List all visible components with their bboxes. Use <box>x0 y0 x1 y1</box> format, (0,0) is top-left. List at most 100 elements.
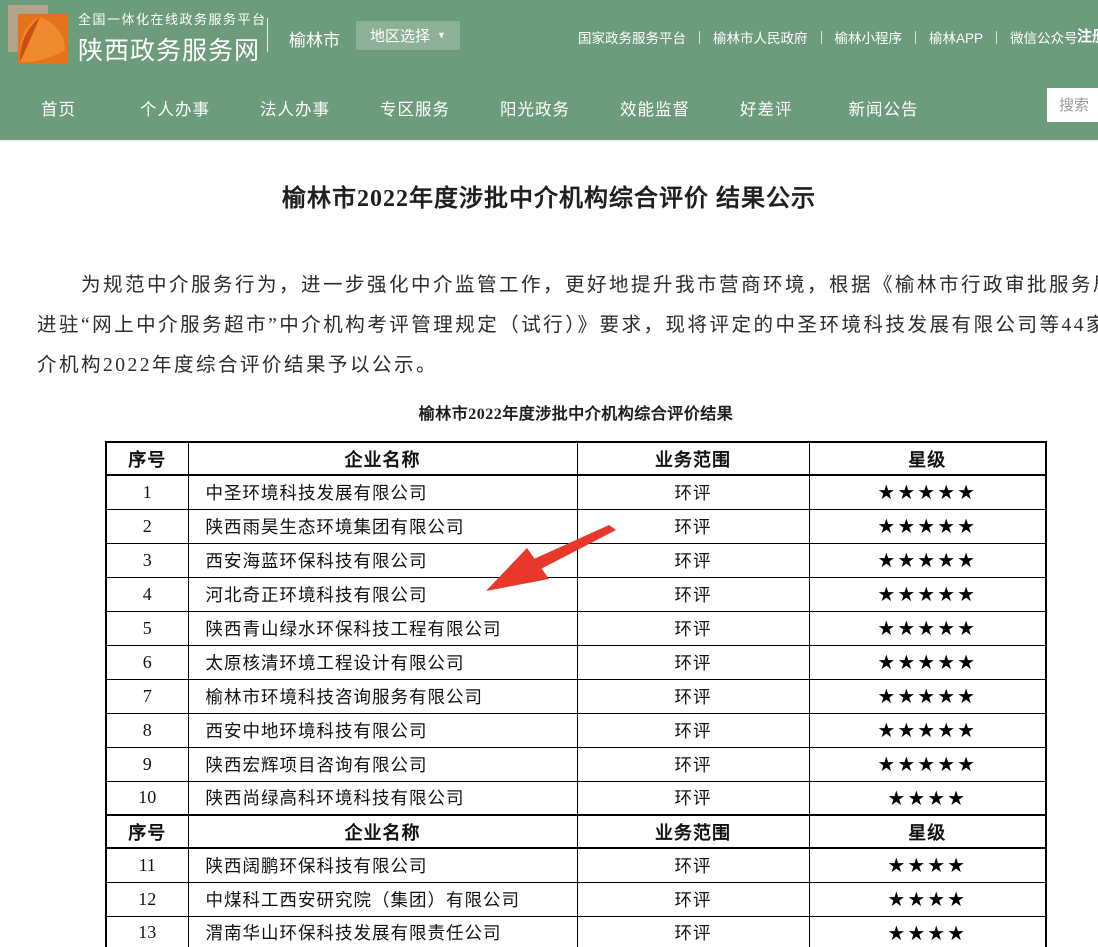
table-wrapper: 榆林市2022年度涉批中介机构综合评价结果 序号企业名称业务范围星级1中圣环境科… <box>105 400 1047 947</box>
cell-no: 11 <box>106 848 188 882</box>
cell-no: 10 <box>106 781 188 815</box>
cell-company-name: 陕西青山绿水环保科技工程有限公司 <box>188 611 577 645</box>
table-row: 3西安海蓝环保科技有限公司环评★★★★★ <box>106 543 1046 577</box>
cell-company-name: 西安海蓝环保科技有限公司 <box>188 543 577 577</box>
cell-no: 7 <box>106 679 188 713</box>
column-header: 企业名称 <box>188 442 577 475</box>
cell-company-name: 河北奇正环境科技有限公司 <box>188 577 577 611</box>
table-header-row: 序号企业名称业务范围星级 <box>106 815 1046 848</box>
cell-no: 2 <box>106 509 188 543</box>
cell-star-rating: ★★★★ <box>809 781 1046 815</box>
cell-scope: 环评 <box>577 577 809 611</box>
cell-no: 5 <box>106 611 188 645</box>
link-separator <box>821 31 822 44</box>
site-name: 陕西政务服务网 <box>78 31 267 67</box>
search-box <box>1047 88 1098 122</box>
cell-no: 8 <box>106 713 188 747</box>
cell-scope: 环评 <box>577 713 809 747</box>
table-row: 6太原核清环境工程设计有限公司环评★★★★★ <box>106 645 1046 679</box>
top-link[interactable]: 国家政务服务平台 <box>578 27 686 47</box>
cell-company-name: 榆林市环境科技咨询服务有限公司 <box>188 679 577 713</box>
table-row: 9陕西宏辉项目咨询有限公司环评★★★★★ <box>106 747 1046 781</box>
search-input[interactable] <box>1047 88 1098 122</box>
nav-item[interactable]: 个人办事 <box>140 96 210 120</box>
cell-star-rating: ★★★★★ <box>809 543 1046 577</box>
link-separator <box>915 31 916 44</box>
top-link[interactable]: 榆林市人民政府 <box>713 27 808 47</box>
cell-company-name: 西安中地环境科技有限公司 <box>188 713 577 747</box>
cell-star-rating: ★★★★★ <box>809 679 1046 713</box>
cell-scope: 环评 <box>577 611 809 645</box>
cell-scope: 环评 <box>577 781 809 815</box>
cell-scope: 环评 <box>577 475 809 509</box>
evaluation-table: 序号企业名称业务范围星级1中圣环境科技发展有限公司环评★★★★★2陕西雨昊生态环… <box>105 441 1047 947</box>
cell-scope: 环评 <box>577 916 809 947</box>
top-banner: 全国一体化在线政务服务平台 陕西政务服务网 榆林市 地区选择 ▼ 国家政务服务平… <box>0 0 1098 70</box>
link-separator <box>996 31 997 44</box>
cell-star-rating: ★★★★★ <box>809 577 1046 611</box>
nav-item[interactable]: 新闻公告 <box>849 96 919 120</box>
article-content: 榆林市2022年度涉批中介机构综合评价 结果公示 为规范中介服务行为，进一步强化… <box>0 140 1098 947</box>
cell-scope: 环评 <box>577 679 809 713</box>
cell-company-name: 陕西尚绿高科环境科技有限公司 <box>188 781 577 815</box>
cell-company-name: 陕西阔鹏环保科技有限公司 <box>188 848 577 882</box>
table-row: 10陕西尚绿高科环境科技有限公司环评★★★★ <box>106 781 1046 815</box>
brand-divider <box>267 18 268 52</box>
main-nav: 首页 个人办事 法人办事 专区服务 阳光政务 效能监督 好差评 新闻公告 <box>0 70 1098 140</box>
nav-item[interactable]: 阳光政务 <box>500 96 570 120</box>
top-link[interactable]: 微信公众号 <box>1010 27 1078 47</box>
cell-no: 9 <box>106 747 188 781</box>
cell-company-name: 中煤科工西安研究院（集团）有限公司 <box>188 882 577 916</box>
cell-company-name: 渭南华山环保科技发展有限责任公司 <box>188 916 577 947</box>
region-select-label: 地区选择 <box>370 25 430 46</box>
brand-block: 全国一体化在线政务服务平台 陕西政务服务网 <box>78 9 267 67</box>
evaluation-table-body: 序号企业名称业务范围星级1中圣环境科技发展有限公司环评★★★★★2陕西雨昊生态环… <box>106 442 1046 947</box>
cell-no: 3 <box>106 543 188 577</box>
cell-no: 6 <box>106 645 188 679</box>
cell-star-rating: ★★★★★ <box>809 713 1046 747</box>
cell-scope: 环评 <box>577 543 809 577</box>
cell-no: 12 <box>106 882 188 916</box>
nav-item[interactable]: 效能监督 <box>620 96 690 120</box>
link-separator <box>699 31 700 44</box>
nav-item[interactable]: 专区服务 <box>380 96 450 120</box>
table-row: 8西安中地环境科技有限公司环评★★★★★ <box>106 713 1046 747</box>
cell-star-rating: ★★★★★ <box>809 645 1046 679</box>
chevron-down-icon: ▼ <box>437 31 446 40</box>
paragraph-line: 介机构2022年度综合评价结果予以公示。 <box>0 346 1098 386</box>
register-link[interactable]: 注册 <box>1077 25 1098 46</box>
cell-scope: 环评 <box>577 848 809 882</box>
column-header: 企业名称 <box>188 815 577 848</box>
nav-item[interactable]: 首页 <box>41 96 76 120</box>
cell-star-rating: ★★★★★ <box>809 747 1046 781</box>
table-row: 13渭南华山环保科技发展有限责任公司环评★★★★ <box>106 916 1046 947</box>
cell-company-name: 陕西宏辉项目咨询有限公司 <box>188 747 577 781</box>
page-title: 榆林市2022年度涉批中介机构综合评价 结果公示 <box>0 142 1098 213</box>
cell-scope: 环评 <box>577 645 809 679</box>
paragraph-line: 进驻“网上中介服务超市”中介机构考评管理规定（试行）》要求，现将评定的中圣环境科… <box>0 306 1098 346</box>
top-links: 国家政务服务平台 榆林市人民政府 榆林小程序 榆林APP 微信公众号 <box>578 27 1078 47</box>
cell-no: 4 <box>106 577 188 611</box>
cell-scope: 环评 <box>577 882 809 916</box>
column-header: 星级 <box>809 815 1046 848</box>
table-row: 11陕西阔鹏环保科技有限公司环评★★★★ <box>106 848 1046 882</box>
nav-item[interactable]: 好差评 <box>740 96 793 120</box>
paragraph-line: 为规范中介服务行为，进一步强化中介监管工作，更好地提升我市营商环境，根据《榆林市… <box>0 266 1098 306</box>
cell-scope: 环评 <box>577 747 809 781</box>
column-header: 星级 <box>809 442 1046 475</box>
cell-company-name: 太原核清环境工程设计有限公司 <box>188 645 577 679</box>
column-header: 业务范围 <box>577 815 809 848</box>
cell-no: 1 <box>106 475 188 509</box>
announcement-paragraph: 为规范中介服务行为，进一步强化中介监管工作，更好地提升我市营商环境，根据《榆林市… <box>0 266 1098 386</box>
region-select-button[interactable]: 地区选择 ▼ <box>356 21 460 50</box>
cell-company-name: 中圣环境科技发展有限公司 <box>188 475 577 509</box>
top-link[interactable]: 榆林小程序 <box>835 27 903 47</box>
column-header: 序号 <box>106 442 188 475</box>
top-link[interactable]: 榆林APP <box>929 27 983 47</box>
nav-item[interactable]: 法人办事 <box>260 96 330 120</box>
column-header: 序号 <box>106 815 188 848</box>
site-logo-icon[interactable] <box>8 5 70 65</box>
nav-items: 首页 个人办事 法人办事 专区服务 阳光政务 效能监督 好差评 新闻公告 <box>0 70 1098 120</box>
cell-star-rating: ★★★★★ <box>809 475 1046 509</box>
column-header: 业务范围 <box>577 442 809 475</box>
